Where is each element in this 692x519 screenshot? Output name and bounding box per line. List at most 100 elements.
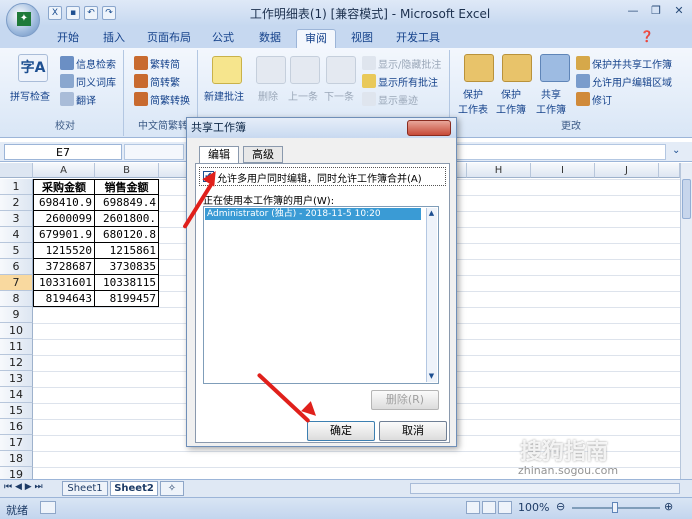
row-header[interactable]: 13	[0, 371, 33, 387]
column-header[interactable]: A	[33, 163, 95, 178]
protect-workbook-icon[interactable]	[502, 54, 532, 82]
table-cell[interactable]: 10338115	[95, 275, 159, 291]
table-cell[interactable]: 2600099	[33, 211, 95, 227]
table-cell[interactable]: 3728687	[33, 259, 95, 275]
scroll-up-icon[interactable]: ▲	[426, 208, 437, 219]
show-hide-comment-button[interactable]: 显示/隐藏批注	[378, 56, 441, 71]
users-list[interactable]: Administrator (独占) - 2018-11-5 10:20 ▲ ▼	[203, 206, 439, 384]
row-header[interactable]: 8	[0, 291, 33, 307]
table-cell[interactable]: 1215861	[95, 243, 159, 259]
share-workbook-button[interactable]: 共享 工作簿	[536, 86, 566, 116]
expand-formula-icon[interactable]: ⌄	[672, 145, 680, 156]
zoom-level[interactable]: 100%	[518, 501, 549, 514]
translate-button[interactable]: 翻译	[76, 92, 96, 107]
user-list-item[interactable]: Administrator (独占) - 2018-11-5 10:20	[205, 208, 421, 220]
table-cell[interactable]: 2601800.	[95, 211, 159, 227]
delete-comment-button[interactable]: 删除	[258, 88, 278, 103]
sheet-tab-sheet2[interactable]: Sheet2	[110, 481, 158, 496]
previous-comment-button[interactable]: 上一条	[288, 88, 318, 103]
protect-share-button[interactable]: 保护并共享工作簿	[592, 56, 672, 71]
thesaurus-button[interactable]: 同义词库	[76, 74, 116, 89]
zoom-out-icon[interactable]: ⊖	[556, 500, 565, 513]
tab-advanced[interactable]: 高级	[243, 146, 283, 163]
remove-user-button[interactable]: 删除(R)	[371, 390, 439, 410]
row-header[interactable]: 19	[0, 467, 33, 479]
cancel-button[interactable]: 取消	[379, 421, 447, 441]
dialog-close-button[interactable]	[407, 120, 451, 136]
insert-sheet-icon[interactable]: ✧	[160, 481, 184, 496]
row-header[interactable]: 4	[0, 227, 33, 243]
table-cell[interactable]: 698410.9	[33, 195, 95, 211]
share-workbook-icon[interactable]	[540, 54, 570, 82]
undo-icon[interactable]: ↶	[84, 6, 98, 20]
macro-record-icon[interactable]	[40, 501, 56, 514]
tab-home[interactable]: 开始	[50, 29, 86, 48]
allow-edit-ranges-button[interactable]: 允许用户编辑区域	[592, 74, 672, 89]
table-cell[interactable]: 680120.8	[95, 227, 159, 243]
row-header[interactable]: 18	[0, 451, 33, 467]
convert-button[interactable]: 简繁转换	[150, 92, 190, 107]
spellcheck-icon[interactable]: 字A	[18, 54, 48, 82]
research-button[interactable]: 信息检索	[76, 56, 116, 71]
row-header[interactable]: 2	[0, 195, 33, 211]
table-cell[interactable]: 698849.4	[95, 195, 159, 211]
table-cell[interactable]: 1215520	[33, 243, 95, 259]
row-header[interactable]: 9	[0, 307, 33, 323]
row-header[interactable]: 12	[0, 355, 33, 371]
show-ink-button[interactable]: 显示墨迹	[378, 92, 418, 107]
row-header[interactable]: 14	[0, 387, 33, 403]
restore-icon[interactable]: ❐	[645, 3, 667, 20]
trad-to-simp-button[interactable]: 繁转简	[150, 56, 180, 71]
zoom-slider-thumb[interactable]	[612, 502, 618, 513]
office-button[interactable]: ✦	[6, 3, 40, 37]
sheet-tab-sheet1[interactable]: Sheet1	[62, 481, 108, 496]
allow-multiuser-label[interactable]: 允许多用户同时编辑，同时允许工作簿合并(A)	[217, 170, 422, 185]
tab-data[interactable]: 数据	[252, 29, 288, 48]
row-header[interactable]: 16	[0, 419, 33, 435]
select-all-corner[interactable]	[0, 163, 33, 178]
excel-icon[interactable]: X	[48, 6, 62, 20]
minimize-icon[interactable]: —	[622, 3, 644, 20]
column-header[interactable]: J	[595, 163, 659, 178]
zoom-in-icon[interactable]: ⊕	[664, 500, 673, 513]
tab-page-layout[interactable]: 页面布局	[143, 29, 195, 48]
header-cell[interactable]: 销售金额	[95, 179, 159, 195]
vertical-scrollbar[interactable]	[680, 163, 692, 479]
protect-sheet-button[interactable]: 保护 工作表	[458, 86, 488, 116]
new-comment-button[interactable]: 新建批注	[204, 88, 244, 103]
scroll-down-icon[interactable]: ▼	[426, 371, 437, 382]
row-header[interactable]: 11	[0, 339, 33, 355]
row-header[interactable]: 1	[0, 179, 33, 195]
show-all-comments-button[interactable]: 显示所有批注	[378, 74, 438, 89]
page-break-view-icon[interactable]	[498, 501, 512, 514]
scrollbar-thumb[interactable]	[682, 179, 691, 219]
header-cell[interactable]: 采购金额	[33, 179, 95, 195]
column-header[interactable]: B	[95, 163, 159, 178]
row-header[interactable]: 3	[0, 211, 33, 227]
horizontal-scrollbar[interactable]	[410, 483, 680, 494]
normal-view-icon[interactable]	[466, 501, 480, 514]
row-header[interactable]: 10	[0, 323, 33, 339]
protect-sheet-icon[interactable]	[464, 54, 494, 82]
tab-insert[interactable]: 插入	[96, 29, 132, 48]
table-cell[interactable]: 10331601	[33, 275, 95, 291]
new-comment-icon[interactable]	[212, 56, 242, 84]
tab-view[interactable]: 视图	[344, 29, 380, 48]
table-cell[interactable]: 8199457	[95, 291, 159, 307]
table-cell[interactable]: 679901.9	[33, 227, 95, 243]
tab-editing[interactable]: 编辑	[199, 146, 239, 164]
tab-formulas[interactable]: 公式	[205, 29, 241, 48]
tab-review[interactable]: 审阅	[296, 29, 336, 48]
simp-to-trad-button[interactable]: 简转繁	[150, 74, 180, 89]
next-comment-button[interactable]: 下一条	[324, 88, 354, 103]
column-header[interactable]: I	[531, 163, 595, 178]
sheet-nav-arrows-icon[interactable]: ⏮ ◀ ▶ ⏭	[4, 482, 43, 492]
ok-button[interactable]: 确定	[307, 421, 375, 441]
allow-multiuser-checkbox[interactable]: ✔	[203, 171, 214, 182]
track-changes-button[interactable]: 修订	[592, 92, 612, 107]
protect-workbook-button[interactable]: 保护 工作簿	[496, 86, 526, 116]
table-cell[interactable]: 3730835	[95, 259, 159, 275]
row-header[interactable]: 17	[0, 435, 33, 451]
help-icon[interactable]: ❓	[640, 30, 654, 43]
page-layout-view-icon[interactable]	[482, 501, 496, 514]
